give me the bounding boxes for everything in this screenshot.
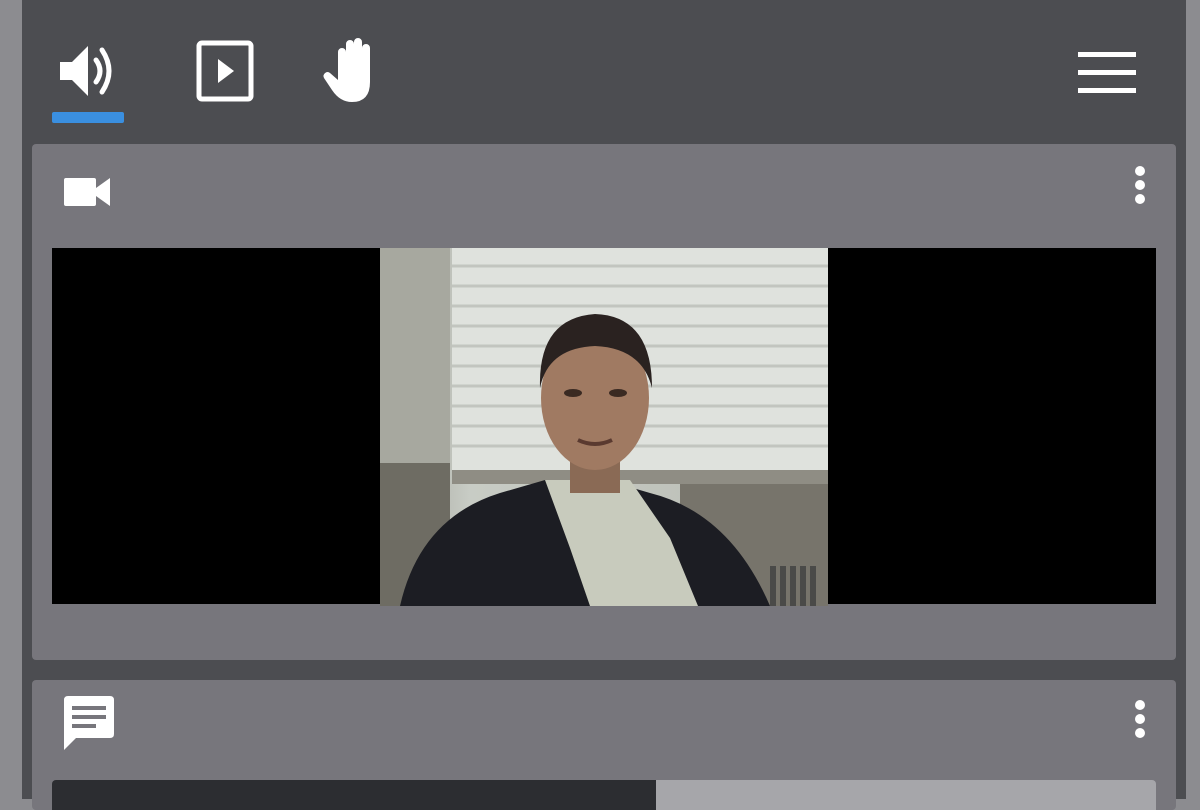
video-options-button[interactable]	[1132, 162, 1148, 208]
webcam-video[interactable]	[380, 248, 828, 606]
active-tab-indicator	[52, 112, 124, 123]
vertical-dots-icon	[1135, 166, 1145, 176]
chat-panel	[32, 680, 1176, 810]
vertical-dots-icon	[1135, 700, 1145, 710]
video-stage	[52, 248, 1156, 606]
presentation-button[interactable]	[194, 38, 256, 104]
chat-options-button[interactable]	[1132, 696, 1148, 742]
chat-bubble-icon	[62, 696, 116, 757]
hand-icon	[323, 38, 370, 102]
play-square-icon	[196, 40, 254, 102]
chat-tab-bar	[52, 780, 1156, 810]
main-menu-button[interactable]	[1076, 48, 1138, 98]
hamburger-menu-icon	[1078, 52, 1136, 93]
chat-tab-active[interactable]	[52, 780, 656, 810]
app-frame	[22, 0, 1186, 810]
top-toolbar	[22, 0, 1186, 142]
speaker-icon	[60, 46, 112, 96]
video-camera-icon	[62, 174, 112, 215]
chat-tab-inactive[interactable]	[656, 780, 1156, 810]
video-panel	[32, 144, 1176, 660]
audio-button[interactable]	[54, 38, 120, 104]
raise-hand-button[interactable]	[322, 34, 388, 106]
